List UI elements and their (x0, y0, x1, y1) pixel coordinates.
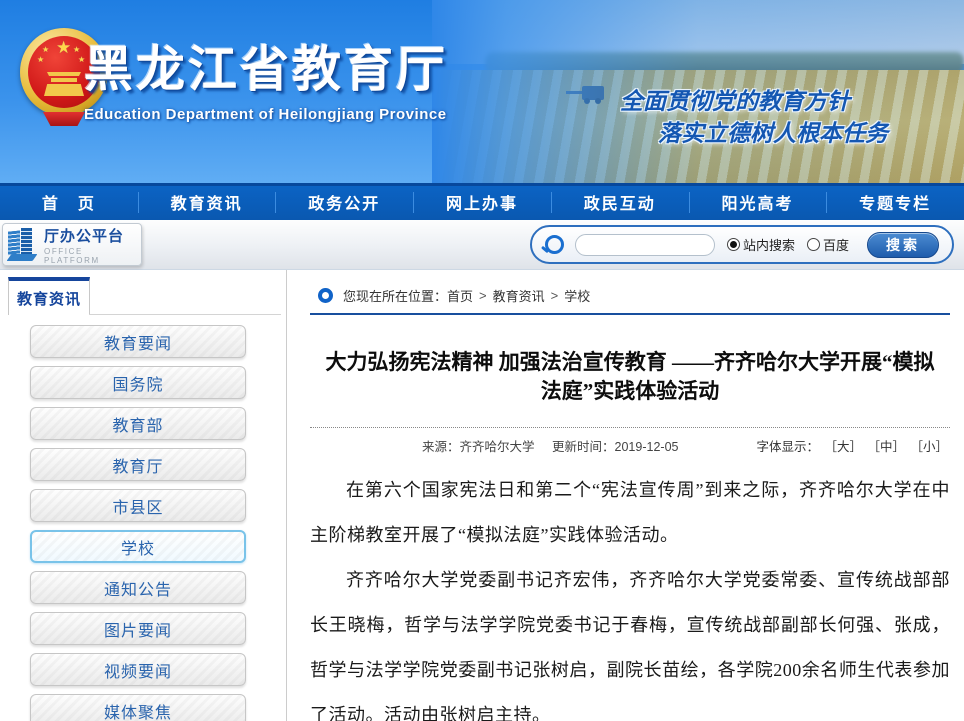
font-size-small[interactable]: ［小］ (910, 440, 948, 454)
nav-item-online-service[interactable]: 网上办事 (413, 183, 551, 220)
nav-item-gaokao[interactable]: 阳光高考 (689, 183, 827, 220)
article-paragraph: 齐齐哈尔大学党委副书记齐宏伟，齐齐哈尔大学党委常委、宣传统战部部长王晓梅，哲学与… (310, 558, 950, 721)
sidebar-item-city-county[interactable]: 市县区 (30, 489, 246, 522)
site-subtitle: Education Department of Heilongjiang Pro… (84, 106, 484, 123)
breadcrumb-rule (310, 313, 950, 315)
sidebar-item-edu-highlights[interactable]: 教育要闻 (30, 325, 246, 358)
nav-item-special[interactable]: 专题专栏 (826, 183, 964, 220)
slogan-line-2: 落实立德树人根本任务 (658, 114, 888, 148)
font-size-switcher: 字体显示： ［大］ ［中］ ［小］ (756, 436, 948, 455)
nav-item-interaction[interactable]: 政民互动 (551, 183, 689, 220)
main-content: 您现在所在位置： 首页 > 教育资讯 > 学校 大力弘扬宪法精神 加强法治宣传教… (287, 270, 964, 721)
title-dotted-divider (310, 427, 950, 428)
radio-baidu-search-icon[interactable] (807, 238, 820, 251)
search-input[interactable] (575, 234, 715, 256)
article-title: 大力弘扬宪法精神 加强法治宣传教育 ——齐齐哈尔大学开展“模拟法庭”实践体验活动 (310, 348, 950, 406)
office-platform-link[interactable]: 厅办公平台 OFFICE PLATFORM (2, 223, 142, 266)
sidebar-item-photo-news[interactable]: 图片要闻 (30, 612, 246, 645)
breadcrumb-edu-news[interactable]: 教育资讯 (493, 286, 545, 305)
sidebar-tab-edu-news[interactable]: 教育资讯 (8, 277, 90, 315)
article-body: 在第六个国家宪法日和第二个“宪法宣传周”到来之际，齐齐哈尔大学在中主阶梯教室开展… (310, 468, 950, 721)
sidebar: 教育资讯 教育要闻 国务院 教育部 教育厅 市县区 学校 通知公告 图片要闻 视… (0, 270, 287, 721)
sidebar-menu: 教育要闻 国务院 教育部 教育厅 市县区 学校 通知公告 图片要闻 视频要闻 媒… (30, 325, 246, 721)
breadcrumb-prefix: 您现在所在位置： (343, 286, 447, 305)
radio-baidu-search[interactable]: 百度 (807, 235, 849, 254)
breadcrumb-separator: > (479, 288, 487, 303)
breadcrumb-home[interactable]: 首页 (447, 286, 473, 305)
sidebar-item-state-council[interactable]: 国务院 (30, 366, 246, 399)
search-bar: 站内搜索 百度 搜索 (530, 225, 954, 264)
sidebar-item-moe[interactable]: 教育部 (30, 407, 246, 440)
office-platform-title: 厅办公平台 (44, 225, 141, 246)
article-paragraph: 在第六个国家宪法日和第二个“宪法宣传周”到来之际，齐齐哈尔大学在中主阶梯教室开展… (310, 468, 950, 558)
breadcrumb: 您现在所在位置： 首页 > 教育资讯 > 学校 (318, 286, 590, 305)
breadcrumb-separator: > (551, 288, 559, 303)
radio-site-search[interactable]: 站内搜索 (727, 235, 795, 254)
nav-item-home[interactable]: 首 页 (0, 183, 138, 220)
sidebar-item-notices[interactable]: 通知公告 (30, 571, 246, 604)
site-logo[interactable]: 黑龙江省教育厅 Education Department of Heilongj… (84, 34, 484, 123)
radio-site-search-label[interactable]: 站内搜索 (743, 235, 795, 254)
breadcrumb-schools[interactable]: 学校 (564, 286, 590, 305)
sidebar-tab-divider (89, 314, 281, 315)
sidebar-item-media-focus[interactable]: 媒体聚焦 (30, 694, 246, 721)
article-source: 来源：齐齐哈尔大学 更新时间：2019-12-05 (422, 436, 678, 455)
nav-item-gov-open[interactable]: 政务公开 (275, 183, 413, 220)
sidebar-item-schools[interactable]: 学校 (30, 530, 246, 563)
radio-baidu-search-label[interactable]: 百度 (823, 235, 849, 254)
sidebar-item-edu-dept[interactable]: 教育厅 (30, 448, 246, 481)
radio-site-search-icon[interactable] (727, 238, 740, 251)
header-banner: ★ ★★ ★★ 黑龙江省教育厅 Education Department of … (0, 0, 964, 183)
slogan-line-1: 全面贯彻党的教育方针 (620, 82, 850, 116)
sidebar-item-video-news[interactable]: 视频要闻 (30, 653, 246, 686)
main-nav: 首 页 教育资讯 政务公开 网上办事 政民互动 阳光高考 专题专栏 (0, 183, 964, 220)
breadcrumb-dot-icon (318, 288, 333, 303)
search-icon (545, 235, 564, 254)
page: { "header": { "site_title": "黑龙江省教育厅", "… (0, 0, 964, 721)
search-button[interactable]: 搜索 (867, 232, 939, 258)
search-scope-group: 站内搜索 百度 (727, 235, 861, 254)
toolbar-band: 厅办公平台 OFFICE PLATFORM 站内搜索 百度 搜索 (0, 220, 964, 270)
font-size-large[interactable]: ［大］ (824, 440, 862, 454)
font-size-label: 字体显示： (756, 440, 819, 454)
site-title: 黑龙江省教育厅 (84, 34, 484, 104)
nav-item-edu-news[interactable]: 教育资讯 (138, 183, 276, 220)
article-meta: 来源：齐齐哈尔大学 更新时间：2019-12-05 字体显示： ［大］ ［中］ … (310, 434, 950, 454)
office-platform-subtitle: OFFICE PLATFORM (44, 247, 141, 265)
building-icon (6, 226, 38, 263)
font-size-medium[interactable]: ［中］ (867, 440, 905, 454)
